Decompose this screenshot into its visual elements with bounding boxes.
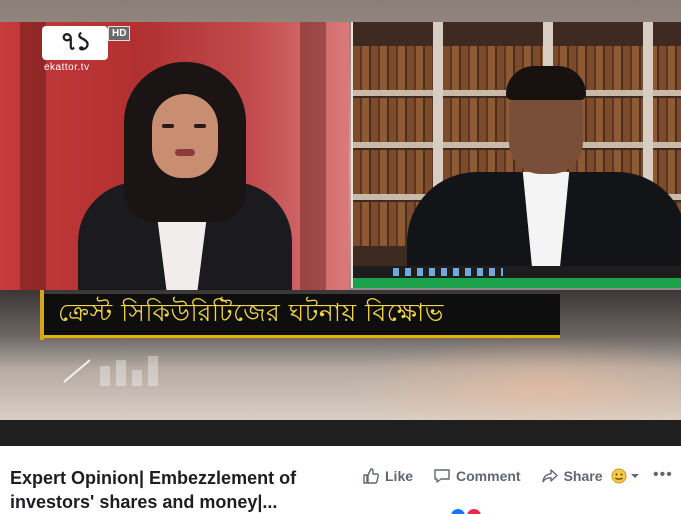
share-button[interactable]: Share (541, 467, 603, 485)
like-label: Like (385, 468, 414, 484)
video-player[interactable]: ৭১ HD ekattor.tv ক্রেস্ট সিকিউরিটিজের ঘট… (0, 0, 681, 446)
comment-label: Comment (456, 468, 521, 484)
thumbs-up-icon (363, 468, 380, 484)
guest-video-frame (351, 22, 681, 288)
more-options-icon[interactable]: ••• (653, 467, 673, 483)
guest-frame-green-strip (353, 278, 681, 288)
like-button[interactable]: Like (362, 467, 413, 485)
anchor-face (152, 94, 218, 178)
share-label: Share (563, 468, 603, 484)
video-title[interactable]: Expert Opinion| Embezzlement of investor… (10, 466, 350, 514)
anchor-eye (194, 124, 206, 128)
taskbar-icons (393, 268, 503, 276)
channel-logo: ৭১ (42, 26, 108, 60)
backdrop-stripe (300, 22, 326, 290)
studio-light-glow (340, 340, 680, 420)
decorative-chart-graphic (63, 356, 158, 386)
post-footer: Expert Opinion| Embezzlement of investor… (0, 446, 681, 514)
post-actions: Like Comment Share (362, 466, 623, 486)
hd-badge: HD (108, 26, 131, 41)
reaction-selector[interactable] (610, 467, 640, 485)
backdrop-stripe (20, 22, 46, 290)
channel-logo-mark: ৭১ (60, 27, 92, 57)
anchor-mouth (175, 149, 195, 156)
reaction-selector-icon (611, 468, 627, 484)
channel-url: ekattor.tv (44, 62, 90, 73)
chevron-down-icon (631, 474, 639, 478)
news-headline-box: ক্রেস্ট সিকিউরিটিজের ঘটনায় বিক্ষোভ (44, 294, 560, 338)
comment-button[interactable]: Comment (433, 467, 521, 485)
share-arrow-icon (541, 469, 558, 483)
comment-bubble-icon (434, 469, 450, 483)
guest-hair (506, 66, 586, 100)
video-bottom-bar (0, 420, 681, 446)
guest-screen-taskbar (353, 266, 681, 278)
partial-reaction-icons (451, 509, 481, 514)
anchor-eye (162, 124, 174, 128)
news-headline: ক্রেস্ট সিকিউরিটিজের ঘটনায় বিক্ষোভ (58, 298, 444, 327)
